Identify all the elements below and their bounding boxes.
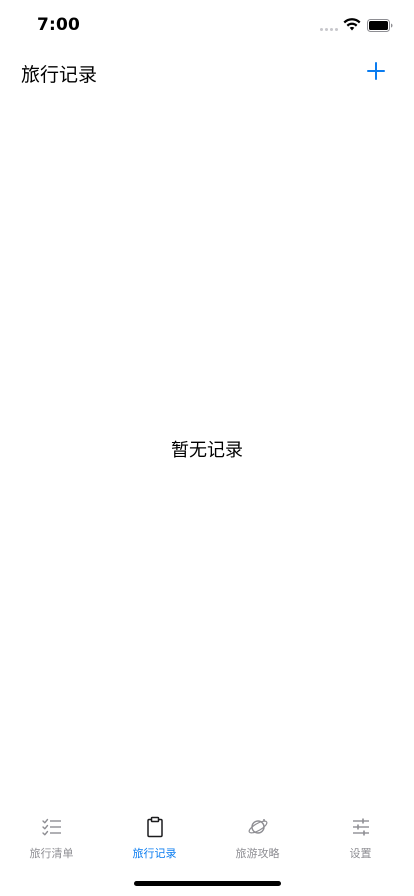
- add-record-button[interactable]: [364, 59, 388, 83]
- battery-icon: [367, 19, 393, 32]
- clipboard-icon: [146, 816, 163, 838]
- tab-settings[interactable]: 设置: [309, 816, 412, 864]
- tab-travel-guides[interactable]: 旅游攻略: [206, 816, 309, 864]
- status-time: 7:00: [37, 15, 81, 35]
- tab-label: 旅行记录: [132, 847, 177, 860]
- status-bar: 7:00: [0, 0, 414, 50]
- navigation-bar: 旅行记录: [0, 50, 414, 95]
- tab-travel-records[interactable]: 旅行记录: [103, 816, 206, 864]
- checklist-icon: [41, 818, 61, 836]
- plus-icon: [367, 62, 385, 80]
- tab-label: 设置: [349, 847, 372, 860]
- tab-label: 旅行清单: [29, 847, 74, 860]
- planet-icon: [248, 819, 267, 834]
- cellular-signal-icon: [320, 28, 338, 31]
- tab-travel-checklist[interactable]: 旅行清单: [0, 816, 103, 864]
- empty-state-message: 暂无记录: [171, 440, 243, 461]
- sliders-icon: [352, 818, 369, 836]
- page-title: 旅行记录: [21, 64, 98, 86]
- tab-label: 旅游攻略: [235, 847, 280, 860]
- home-indicator: [134, 881, 281, 886]
- wifi-icon: [343, 18, 361, 31]
